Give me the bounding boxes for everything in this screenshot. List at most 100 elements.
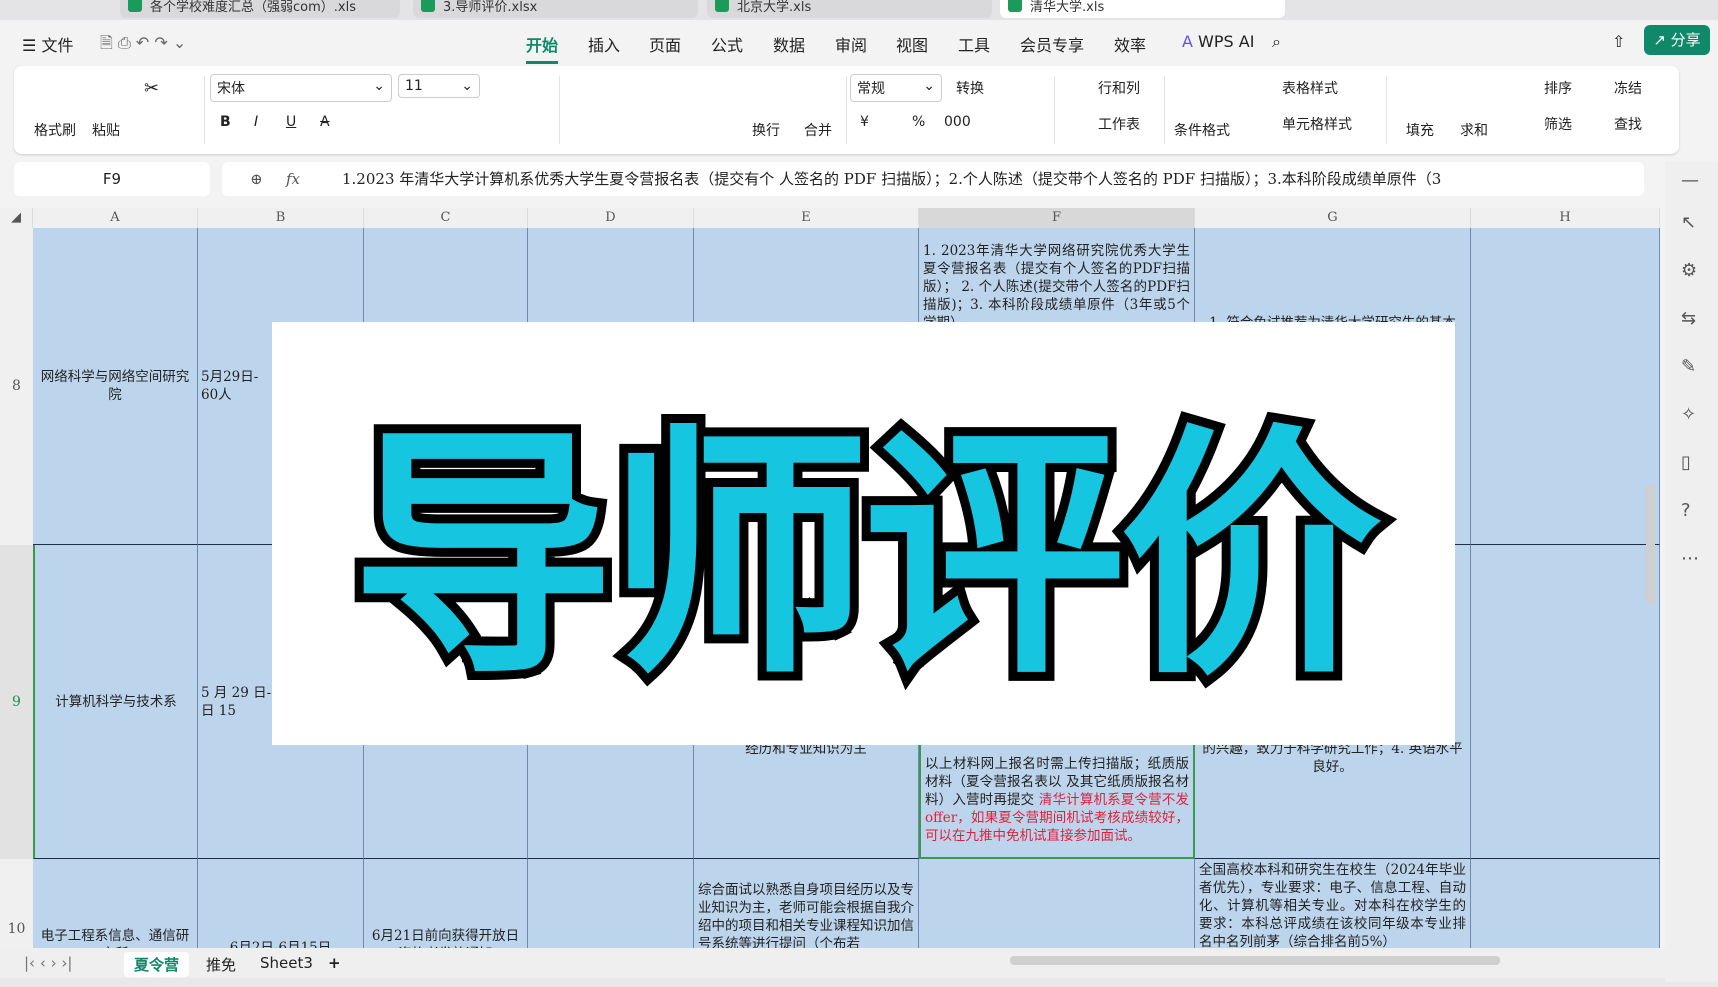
font-name-select[interactable]: 宋体 ⌄ xyxy=(210,74,392,102)
tab-insert[interactable]: 插入 xyxy=(588,32,620,56)
tab-formula[interactable]: 公式 xyxy=(711,32,743,56)
status-bar xyxy=(0,978,1718,987)
add-sheet-button[interactable]: + xyxy=(318,952,351,974)
format-painter-button[interactable]: 格式刷 xyxy=(34,120,76,140)
cut-icon[interactable]: ✂ xyxy=(144,78,159,99)
freeze-button[interactable]: 冻结 xyxy=(1614,78,1642,98)
cell-H10[interactable] xyxy=(1471,859,1660,948)
sort-button[interactable]: 排序 xyxy=(1544,78,1572,98)
tab-view[interactable]: 视图 xyxy=(896,32,928,56)
select-all-corner[interactable]: ◢ xyxy=(0,208,33,228)
tab-review[interactable]: 审阅 xyxy=(835,32,867,56)
column-header[interactable]: H xyxy=(1471,208,1660,228)
adjust-icon[interactable]: ⚙ xyxy=(1681,260,1697,281)
conditional-format-button[interactable]: 条件格式 xyxy=(1174,120,1230,140)
zoom-formula-icon[interactable]: ⊕ xyxy=(250,162,263,196)
cell-F9-text: 以上材料网上报名时需上传扫描版；纸质版材料（夏令营报名表以 及其它纸质版报名材料… xyxy=(925,756,1189,844)
vertical-scrollbar[interactable] xyxy=(1646,485,1655,605)
row-header-selected[interactable]: 9 xyxy=(0,545,33,859)
formula-input[interactable]: ⊕ fx 1.2023 年清华大学计算机系优秀大学生夏令营报名表（提交有个 人签… xyxy=(222,162,1644,196)
find-button[interactable]: 查找 xyxy=(1614,114,1642,134)
cell-D10[interactable] xyxy=(528,859,694,948)
cell-A9[interactable]: 计算机科学与技术系 xyxy=(33,545,198,859)
horizontal-scrollbar[interactable] xyxy=(1010,956,1500,965)
thousands-button[interactable]: 000 xyxy=(944,114,971,130)
cell-G10[interactable]: 全国高校本科和研究生在校生（2024年毕业者优先），专业要求：电子、信息工程、自… xyxy=(1195,859,1471,948)
upload-icon[interactable]: ⇧ xyxy=(1612,32,1625,51)
formula-bar: F9 ⊕ fx 1.2023 年清华大学计算机系优秀大学生夏令营报名表（提交有个… xyxy=(14,162,1644,196)
quick-access-icons[interactable]: 🗎 ⎙ ↶ ↷ ⌄ xyxy=(100,32,186,59)
file-menu[interactable]: ☰ 文件 xyxy=(22,32,73,56)
fill-button[interactable]: 填充 xyxy=(1406,120,1434,140)
sheet-tab-bar: |‹ ‹ › ›| 夏令营 推免 Sheet3 + xyxy=(0,948,1665,978)
cell-A8[interactable]: 网络科学与网络空间研究院 xyxy=(33,228,198,545)
tab-data[interactable]: 数据 xyxy=(773,32,805,56)
magic-tools-icon[interactable]: ✧ xyxy=(1681,404,1696,425)
sheet-tab-active[interactable]: 夏令营 xyxy=(124,952,190,977)
ai-assist-icon[interactable]: ✎ xyxy=(1681,356,1696,377)
worksheet-button[interactable]: 工作表 xyxy=(1098,114,1140,134)
cell-H8[interactable] xyxy=(1471,228,1660,545)
name-box[interactable]: F9 xyxy=(14,162,210,196)
column-header[interactable]: E xyxy=(694,208,919,228)
cell-B10[interactable]: 6月2日-6月15日 xyxy=(198,859,364,948)
tab-efficiency[interactable]: 效率 xyxy=(1114,32,1146,56)
cell-C10[interactable]: 6月21日前向获得开放日资格者发放通知 xyxy=(364,859,528,948)
doc-tab[interactable]: 3.导师评价.xlsx xyxy=(413,0,698,18)
document-tab-bar: 各个学校难度汇总（强弱com）.xls 3.导师评价.xlsx 北京大学.xls… xyxy=(0,0,1718,20)
search-icon[interactable]: ⌕ xyxy=(1272,32,1281,52)
wrap-text-button[interactable]: 换行 xyxy=(752,120,780,140)
underline-button[interactable]: U xyxy=(286,114,296,130)
spreadsheet-icon xyxy=(715,0,729,12)
transfer-icon[interactable]: ⇆ xyxy=(1681,308,1696,329)
tab-page[interactable]: 页面 xyxy=(649,32,681,56)
ribbon-toolbar: 格式刷 粘贴 ✂ 宋体 ⌄ 11 ⌄ B I U A 换行 合并 常规 ⌄ 转换 ¥ … xyxy=(14,66,1679,154)
cell-A10[interactable]: 电子工程系信息、通信研究所 xyxy=(33,859,198,948)
cell-H9[interactable] xyxy=(1471,545,1660,859)
rows-cols-button[interactable]: 行和列 xyxy=(1098,78,1140,98)
collapse-icon[interactable]: — xyxy=(1681,170,1699,191)
share-button[interactable]: ↗ 分享 xyxy=(1644,25,1710,55)
fx-icon[interactable]: fx xyxy=(286,162,300,196)
percent-button[interactable]: % xyxy=(912,114,925,130)
italic-button[interactable]: I xyxy=(254,114,258,130)
select-pointer-icon[interactable]: ↖ xyxy=(1681,212,1696,233)
column-header-selected[interactable]: F xyxy=(919,208,1195,228)
tab-tools[interactable]: 工具 xyxy=(958,32,990,56)
help-icon[interactable]: ? xyxy=(1681,500,1691,521)
book-search-icon[interactable]: ▯ xyxy=(1681,452,1691,473)
cell-E10[interactable]: 综合面试以熟悉自身项目经历以及专业知识为主，老师可能会根据自我介绍中的项目和相关… xyxy=(694,859,919,948)
convert-button[interactable]: 转换 xyxy=(956,78,984,98)
column-header[interactable]: G xyxy=(1195,208,1471,228)
doc-tab-active[interactable]: 清华大学.xls xyxy=(1000,0,1285,18)
row-header[interactable]: 8 xyxy=(0,228,33,545)
currency-button[interactable]: ¥ xyxy=(860,114,869,130)
font-size-select[interactable]: 11 ⌄ xyxy=(398,74,480,98)
number-format-select[interactable]: 常规 ⌄ xyxy=(850,74,942,102)
sum-button[interactable]: 求和 xyxy=(1460,120,1488,140)
sheet-nav-arrows[interactable]: |‹ ‹ › ›| xyxy=(14,952,82,974)
menu-bar: ☰ 文件 🗎 ⎙ ↶ ↷ ⌄ 开始 插入 页面 公式 数据 审阅 视图 工具 会… xyxy=(0,20,1718,64)
merge-button[interactable]: 合并 xyxy=(804,120,832,140)
sheet-tab[interactable]: 推免 xyxy=(196,952,246,977)
table-style-button[interactable]: 表格样式 xyxy=(1282,78,1338,98)
paste-button[interactable]: 粘贴 xyxy=(92,120,120,140)
wps-ai-button[interactable]: A WPS AI xyxy=(1182,32,1254,51)
cell-F10[interactable] xyxy=(919,859,1195,948)
row-header[interactable]: 10 xyxy=(0,859,33,948)
tab-home[interactable]: 开始 xyxy=(526,32,559,64)
strikethrough-button[interactable]: A xyxy=(320,114,330,130)
doc-tab[interactable]: 各个学校难度汇总（强弱com）.xls xyxy=(120,0,400,18)
bold-button[interactable]: B xyxy=(220,114,231,130)
more-icon[interactable]: ⋯ xyxy=(1681,548,1699,569)
column-header[interactable]: D xyxy=(528,208,694,228)
filter-button[interactable]: 筛选 xyxy=(1544,114,1572,134)
cell-style-button[interactable]: 单元格样式 xyxy=(1282,114,1352,134)
tab-member[interactable]: 会员专享 xyxy=(1020,32,1084,56)
column-header[interactable]: B xyxy=(198,208,364,228)
sheet-tab[interactable]: Sheet3 xyxy=(250,952,323,974)
column-header[interactable]: C xyxy=(364,208,528,228)
wps-ai-icon: A xyxy=(1182,32,1193,51)
doc-tab[interactable]: 北京大学.xls xyxy=(707,0,992,18)
column-header[interactable]: A xyxy=(33,208,198,228)
